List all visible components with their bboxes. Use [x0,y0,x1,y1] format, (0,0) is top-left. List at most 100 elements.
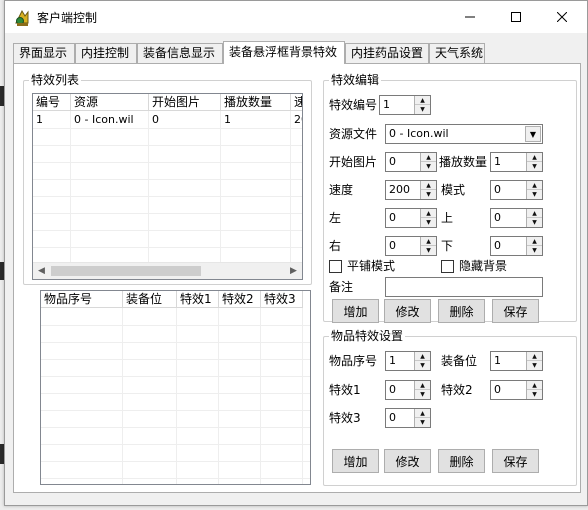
table-row[interactable]: 1 0 - Icon.wil 0 1 20 [33,112,302,128]
scroll-thumb[interactable] [51,266,201,276]
start-image-label: 开始图片 [329,155,378,169]
spin-down-icon[interactable]: ▼ [415,390,430,399]
effect-add-button[interactable]: 增加 [332,299,379,323]
resource-file-combo[interactable]: 0 - Icon.wil ▼ [385,124,543,144]
effect2-label: 特效2 [441,383,473,397]
speed-spinner[interactable]: 200 ▲ ▼ [385,180,437,200]
spin-up-icon[interactable]: ▲ [421,209,436,218]
item-no-spinner[interactable]: 1 ▲ ▼ [385,351,431,371]
spin-up-icon[interactable]: ▲ [415,352,430,361]
spin-down-icon[interactable]: ▼ [421,246,436,255]
left-spinner[interactable]: 0 ▲ ▼ [385,208,437,228]
spin-down-icon[interactable]: ▼ [527,162,542,171]
tab-equipment-info[interactable]: 装备信息显示 [137,43,223,63]
tab-weather-system[interactable]: 天气系统 [429,43,485,63]
tab-strip: 界面显示 内挂控制 装备信息显示 装备悬浮框背景特效 内挂药品设置 天气系统 [13,41,581,64]
spin-up-icon[interactable]: ▲ [421,153,436,162]
spin-down-icon[interactable]: ▼ [527,361,542,370]
effect-delete-button[interactable]: 删除 [438,299,485,323]
item-delete-button[interactable]: 删除 [438,449,485,473]
spin-up-icon[interactable]: ▲ [527,153,542,162]
scroll-left-icon[interactable]: ◀ [33,263,50,279]
minimize-icon [465,16,475,18]
spin-down-icon[interactable]: ▼ [421,218,436,227]
column-header-start-image[interactable]: 开始图片 [149,94,221,111]
effect-list-view[interactable]: 编号 资源 开始图片 播放数量 速 1 [32,93,303,280]
column-header-resource[interactable]: 资源 [71,94,149,111]
play-count-label: 播放数量 [439,155,488,169]
column-header-play-count[interactable]: 播放数量 [221,94,291,111]
effect-edit-button[interactable]: 修改 [384,299,431,323]
item-edit-button[interactable]: 修改 [384,449,431,473]
column-header-effect2[interactable]: 特效2 [219,291,261,308]
spin-up-icon[interactable]: ▲ [415,409,430,418]
window-title: 客户端控制 [37,11,98,25]
tab-equipment-hover-effect[interactable]: 装备悬浮框背景特效 [223,41,345,64]
effect-edit-title: 特效编辑 [329,73,382,87]
spin-down-icon[interactable]: ▼ [421,162,436,171]
column-header-slot[interactable]: 装备位 [123,291,177,308]
column-header-effect3[interactable]: 特效3 [261,291,303,308]
bottom-label: 下 [441,239,454,253]
hide-background-checkbox[interactable]: 隐藏背景 [441,259,507,273]
chevron-down-icon[interactable]: ▼ [525,126,541,142]
effect1-spinner[interactable]: 0 ▲ ▼ [385,380,431,400]
spin-down-icon[interactable]: ▼ [527,190,542,199]
top-label: 上 [441,211,454,225]
tab-plugin-control[interactable]: 内挂控制 [75,43,137,63]
effect-list-group: 特效列表 编号 资源 开始图片 播放数量 速 [23,73,312,285]
right-spinner[interactable]: 0 ▲ ▼ [385,236,437,256]
item-effect-settings-group: 物品特效设置 物品序号 1 ▲ ▼ 装备位 1 ▲ ▼ 特效1 0 ▲ ▼ 特效2 0… [323,329,577,486]
effect3-spinner[interactable]: 0 ▲ ▼ [385,408,431,428]
spin-down-icon[interactable]: ▼ [415,105,430,114]
column-header-speed[interactable]: 速 [291,94,302,111]
item-effect-settings-title: 物品特效设置 [329,329,406,343]
spin-down-icon[interactable]: ▼ [527,246,542,255]
column-header-id[interactable]: 编号 [33,94,71,111]
effect-list-header: 编号 资源 开始图片 播放数量 速 [33,94,302,111]
item-save-button[interactable]: 保存 [492,449,539,473]
maximize-button[interactable] [493,1,539,33]
note-label: 备注 [329,280,354,294]
mode-spinner[interactable]: 0 ▲ ▼ [490,180,543,200]
effect-id-spinner[interactable]: 1 ▲ ▼ [379,95,431,115]
top-spinner[interactable]: 0 ▲ ▼ [490,208,543,228]
spin-up-icon[interactable]: ▲ [527,181,542,190]
effect-id-label: 特效编号 [329,98,378,112]
scroll-right-icon[interactable]: ▶ [285,263,302,279]
tab-interface-display[interactable]: 界面显示 [13,43,75,63]
left-label: 左 [329,211,342,225]
column-header-item-no[interactable]: 物品序号 [41,291,123,308]
tab-plugin-potion-settings[interactable]: 内挂药品设置 [345,43,429,63]
horizontal-scrollbar[interactable]: ◀ ▶ [33,262,302,279]
spin-down-icon[interactable]: ▼ [415,418,430,427]
speed-label: 速度 [329,183,354,197]
item-effect-list-view[interactable]: 物品序号 装备位 特效1 特效2 特效3 [40,290,311,485]
spin-up-icon[interactable]: ▲ [421,181,436,190]
minimize-button[interactable] [447,1,493,33]
spin-up-icon[interactable]: ▲ [527,352,542,361]
effect2-spinner[interactable]: 0 ▲ ▼ [490,380,543,400]
spin-up-icon[interactable]: ▲ [527,237,542,246]
spin-up-icon[interactable]: ▲ [421,237,436,246]
spin-down-icon[interactable]: ▼ [527,218,542,227]
tile-mode-checkbox[interactable]: 平铺模式 [329,259,395,273]
slot-spinner[interactable]: 1 ▲ ▼ [490,351,543,371]
spin-up-icon[interactable]: ▲ [527,381,542,390]
note-input[interactable] [385,277,543,297]
spin-up-icon[interactable]: ▲ [415,381,430,390]
play-count-spinner[interactable]: 1 ▲ ▼ [490,152,543,172]
item-add-button[interactable]: 增加 [332,449,379,473]
spin-up-icon[interactable]: ▲ [415,96,430,105]
effect-edit-group: 特效编辑 特效编号 1 ▲ ▼ 资源文件 0 - Icon.wil ▼ 开始图片 … [323,73,577,323]
spin-down-icon[interactable]: ▼ [421,190,436,199]
start-image-spinner[interactable]: 0 ▲ ▼ [385,152,437,172]
bottom-spinner[interactable]: 0 ▲ ▼ [490,236,543,256]
spin-down-icon[interactable]: ▼ [527,390,542,399]
effect-save-button[interactable]: 保存 [492,299,539,323]
spin-up-icon[interactable]: ▲ [527,209,542,218]
close-button[interactable] [539,1,585,33]
spin-down-icon[interactable]: ▼ [415,361,430,370]
item-list-header: 物品序号 装备位 特效1 特效2 特效3 [41,291,303,308]
column-header-effect1[interactable]: 特效1 [177,291,219,308]
